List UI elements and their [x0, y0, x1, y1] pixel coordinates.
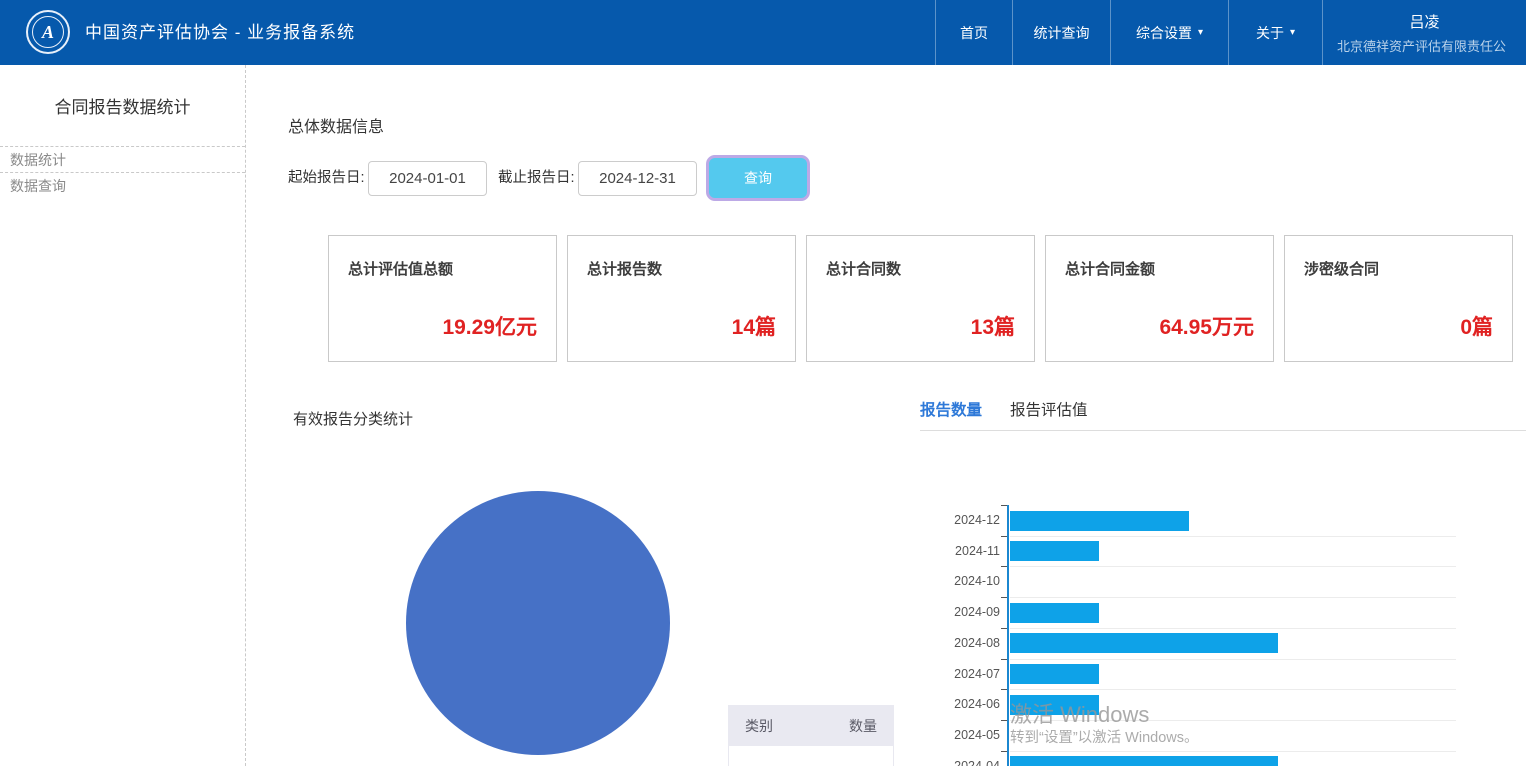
- end-date-input[interactable]: [578, 161, 697, 196]
- app-window: A 中国资产评估协会 - 业务报备系统 首页 统计查询 综合设置 ▾ 关于 ▾ …: [0, 0, 1526, 766]
- tab-report-count[interactable]: 报告数量: [920, 398, 982, 430]
- user-organization: 北京德祥资产评估有限责任公: [1337, 38, 1507, 54]
- end-date-label: 截止报告日:: [498, 170, 575, 186]
- tab-report-appraised-value[interactable]: 报告评估值: [1010, 398, 1088, 430]
- nav-item-home[interactable]: 首页: [935, 0, 1012, 65]
- user-name: 吕凌: [1409, 13, 1440, 31]
- bar-axis-label: 2024-04: [954, 758, 1000, 766]
- nav-item-settings[interactable]: 综合设置 ▾: [1110, 0, 1228, 65]
- tab-underline: [920, 430, 1526, 431]
- pie-chart-title: 有效报告分类统计: [293, 411, 414, 428]
- top-navbar: A 中国资产评估协会 - 业务报备系统 首页 统计查询 综合设置 ▾ 关于 ▾ …: [0, 0, 1526, 65]
- pie-legend-table: 类别 数量: [728, 705, 894, 766]
- user-menu[interactable]: 吕凌 北京德祥资产评估有限责任公: [1322, 0, 1526, 65]
- bar-axis-label: 2024-12: [954, 513, 1000, 527]
- bar-2024-07: [1010, 664, 1100, 685]
- pie-legend-table-row: [728, 746, 894, 766]
- sidebar-item-data-statistics[interactable]: 数据统计: [0, 147, 245, 173]
- nav-item-statistics-query[interactable]: 统计查询: [1012, 0, 1110, 65]
- stat-card-total-contracts: 总计合同数 13篇: [806, 235, 1035, 362]
- sidebar-title: 合同报告数据统计: [0, 65, 245, 147]
- bar-axis-label: 2024-10: [954, 574, 1000, 589]
- bar-axis-label: 2024-05: [954, 728, 1000, 743]
- nav-item-about[interactable]: 关于 ▾: [1228, 0, 1322, 65]
- bar-2024-11: [1010, 541, 1100, 562]
- start-date-input[interactable]: [368, 161, 487, 196]
- bar-axis-label: 2024-09: [954, 605, 1000, 620]
- bar-axis-label: 2024-07: [954, 666, 1000, 681]
- windows-activation-watermark-sub: 转到“设置”以激活 Windows。: [1010, 730, 1199, 746]
- pie-legend-table-header: 类别 数量: [728, 705, 894, 746]
- gridline: [1010, 535, 1456, 537]
- association-logo-icon: A: [26, 10, 70, 54]
- bar-2024-09: [1010, 602, 1100, 623]
- bar-2024-08: [1010, 633, 1278, 654]
- query-button[interactable]: 查询: [706, 155, 810, 201]
- bar-2024-04: [1010, 756, 1278, 766]
- start-date-label: 起始报告日:: [288, 170, 365, 186]
- stat-card-total-appraised-value: 总计评估值总额 19.29亿元: [328, 235, 557, 362]
- stat-card-classified-contracts: 涉密级合同 0篇: [1284, 235, 1513, 362]
- bar-2024-12: [1010, 510, 1189, 531]
- nav-menu: 首页 统计查询 综合设置 ▾ 关于 ▾ 吕凌 北京德祥资产评估有限责任公: [935, 0, 1526, 65]
- bar-axis-label: 2024-08: [954, 635, 1000, 650]
- caret-down-icon: ▾: [1197, 27, 1204, 38]
- windows-activation-watermark: 激活 Windows: [1010, 702, 1150, 727]
- stat-value: 0篇: [1460, 316, 1493, 339]
- gridline: [1010, 597, 1456, 599]
- column-header-category: 类别: [745, 717, 773, 734]
- stat-card-total-reports: 总计报告数 14篇: [567, 235, 796, 362]
- stat-value: 64.95万元: [1159, 316, 1254, 339]
- gridline: [1010, 566, 1456, 568]
- bar-axis-label: 2024-06: [954, 697, 1000, 712]
- bar-axis-label: 2024-11: [955, 543, 1000, 558]
- stat-value: 13篇: [970, 316, 1015, 339]
- gridline: [1010, 750, 1456, 752]
- page-title: 总体数据信息: [288, 119, 385, 136]
- gridline: [1010, 689, 1456, 691]
- sidebar: 合同报告数据统计 数据统计 数据查询: [0, 65, 246, 766]
- gridline: [1010, 627, 1456, 629]
- gridline: [1010, 658, 1456, 660]
- chart-tabs: 报告数量 报告评估值: [920, 398, 1088, 430]
- caret-down-icon: ▾: [1289, 27, 1296, 38]
- stat-value: 14篇: [731, 316, 776, 339]
- y-axis-line: [1007, 505, 1009, 766]
- stat-value: 19.29亿元: [442, 316, 537, 339]
- stat-card-total-contract-amount: 总计合同金额 64.95万元: [1045, 235, 1274, 362]
- sidebar-item-data-query[interactable]: 数据查询: [0, 173, 245, 199]
- app-title: 中国资产评估协会 - 业务报备系统: [85, 23, 356, 42]
- column-header-count: 数量: [849, 717, 877, 734]
- pie-chart: [406, 491, 670, 755]
